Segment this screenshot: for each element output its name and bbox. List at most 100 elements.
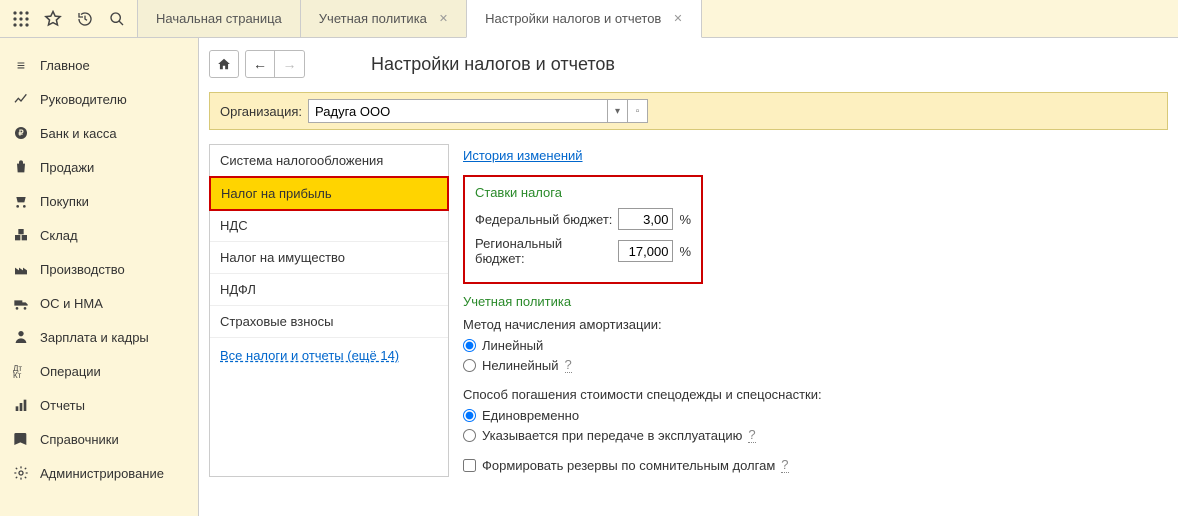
sidebar-item-label: Производство — [40, 262, 125, 277]
sidebar-item-warehouse[interactable]: Склад — [0, 218, 198, 252]
sidebar-item-label: ОС и НМА — [40, 296, 103, 311]
history-link[interactable]: История изменений — [463, 148, 583, 163]
help-icon[interactable]: ? — [565, 357, 572, 373]
sidebar-item-sales[interactable]: Продажи — [0, 150, 198, 184]
org-input-wrap: ▾ ▫ — [308, 99, 648, 123]
radio-transfer-input[interactable] — [463, 429, 476, 442]
amortization-group: Метод начисления амортизации: Линейный Н… — [463, 317, 1158, 373]
nav-item-tax-system[interactable]: Система налогообложения — [210, 145, 448, 177]
sidebar-item-bank[interactable]: ₽ Банк и касса — [0, 116, 198, 150]
regional-rate-row: Региональный бюджет: % — [475, 236, 691, 266]
report-icon — [12, 396, 30, 414]
nav-item-profit-tax[interactable]: Налог на прибыль — [209, 176, 449, 211]
sidebar-item-assets[interactable]: ОС и НМА — [0, 286, 198, 320]
person-icon — [12, 328, 30, 346]
forward-button[interactable]: → — [275, 50, 305, 78]
rates-title: Ставки налога — [475, 185, 691, 200]
history-icon[interactable] — [70, 4, 100, 34]
help-icon[interactable]: ? — [748, 427, 755, 443]
tabs: Начальная страница Учетная политика ✕ На… — [138, 0, 702, 37]
back-button[interactable]: ← — [245, 50, 275, 78]
operations-icon: ДтКт — [12, 362, 30, 380]
all-taxes-link[interactable]: Все налоги и отчеты (ещё 14) — [220, 348, 399, 363]
radio-transfer[interactable]: Указывается при передаче в эксплуатацию … — [463, 427, 1158, 443]
gear-icon — [12, 464, 30, 482]
truck-icon — [12, 294, 30, 312]
federal-input[interactable] — [618, 208, 673, 230]
tab-label: Учетная политика — [319, 11, 427, 26]
sidebar-item-label: Банк и касса — [40, 126, 117, 141]
org-row: Организация: ▾ ▫ — [209, 92, 1168, 130]
tax-nav-list: Система налогообложения Налог на прибыль… — [209, 144, 449, 477]
sidebar-item-label: Справочники — [40, 432, 119, 447]
bag-icon — [12, 158, 30, 176]
sidebar-item-label: Операции — [40, 364, 101, 379]
tab-tax-settings[interactable]: Настройки налогов и отчетов ✕ — [466, 0, 701, 38]
reserves-checkbox[interactable] — [463, 459, 476, 472]
nav-item-property-tax[interactable]: Налог на имущество — [210, 242, 448, 274]
radio-linear[interactable]: Линейный — [463, 338, 1158, 353]
sidebar-item-label: Руководителю — [40, 92, 127, 107]
federal-label: Федеральный бюджет: — [475, 212, 612, 227]
factory-icon — [12, 260, 30, 278]
pct-label: % — [679, 244, 691, 259]
radio-once-input[interactable] — [463, 409, 476, 422]
nav-more-link: Все налоги и отчеты (ещё 14) — [210, 338, 448, 373]
boxes-icon — [12, 226, 30, 244]
sidebar-item-salary[interactable]: Зарплата и кадры — [0, 320, 198, 354]
sidebar: ≡ Главное Руководителю ₽ Банк и касса Пр… — [0, 38, 199, 516]
close-icon[interactable]: ✕ — [673, 12, 682, 25]
sidebar-item-operations[interactable]: ДтКт Операции — [0, 354, 198, 388]
nav-item-ndfl[interactable]: НДФЛ — [210, 274, 448, 306]
radio-linear-input[interactable] — [463, 339, 476, 352]
federal-rate-row: Федеральный бюджет: % — [475, 208, 691, 230]
sidebar-item-manager[interactable]: Руководителю — [0, 82, 198, 116]
close-icon[interactable]: ✕ — [439, 12, 448, 25]
org-input[interactable] — [308, 99, 608, 123]
dropdown-button[interactable]: ▾ — [608, 99, 628, 123]
sidebar-item-label: Администрирование — [40, 466, 164, 481]
sidebar-item-main[interactable]: ≡ Главное — [0, 48, 198, 82]
tab-label: Начальная страница — [156, 11, 282, 26]
nav-item-vat[interactable]: НДС — [210, 210, 448, 242]
sidebar-item-label: Отчеты — [40, 398, 85, 413]
reserves-label: Формировать резервы по сомнительным долг… — [482, 458, 775, 473]
sidebar-item-label: Покупки — [40, 194, 89, 209]
open-button[interactable]: ▫ — [628, 99, 648, 123]
regional-label: Региональный бюджет: — [475, 236, 612, 266]
tab-policy[interactable]: Учетная политика ✕ — [300, 0, 467, 37]
help-icon[interactable]: ? — [781, 457, 788, 473]
tab-home[interactable]: Начальная страница — [137, 0, 301, 37]
cart-icon — [12, 192, 30, 210]
radio-nonlinear[interactable]: Нелинейный ? — [463, 357, 1158, 373]
toolbar-icons — [0, 4, 138, 34]
regional-input[interactable] — [618, 240, 673, 262]
radio-once[interactable]: Единовременно — [463, 408, 1158, 423]
nav-buttons: ← → — [245, 50, 305, 78]
special-group: Способ погашения стоимости спецодежды и … — [463, 387, 1158, 443]
special-label: Способ погашения стоимости спецодежды и … — [463, 387, 1158, 402]
radio-nonlinear-input[interactable] — [463, 359, 476, 372]
sidebar-item-purchases[interactable]: Покупки — [0, 184, 198, 218]
star-icon[interactable] — [38, 4, 68, 34]
sidebar-item-directories[interactable]: Справочники — [0, 422, 198, 456]
main-layout: ≡ Главное Руководителю ₽ Банк и касса Пр… — [0, 38, 1178, 516]
content: ← → Настройки налогов и отчетов Организа… — [199, 38, 1178, 516]
sidebar-item-admin[interactable]: Администрирование — [0, 456, 198, 490]
search-icon[interactable] — [102, 4, 132, 34]
sidebar-item-label: Продажи — [40, 160, 94, 175]
chart-icon — [12, 90, 30, 108]
home-button[interactable] — [209, 50, 239, 78]
body-columns: Система налогообложения Налог на прибыль… — [209, 144, 1168, 477]
reserves-row[interactable]: Формировать резервы по сомнительным долг… — [463, 457, 1158, 473]
apps-icon[interactable] — [6, 4, 36, 34]
amort-label: Метод начисления амортизации: — [463, 317, 1158, 332]
sidebar-item-production[interactable]: Производство — [0, 252, 198, 286]
content-header: ← → Настройки налогов и отчетов — [209, 50, 1168, 78]
sidebar-item-reports[interactable]: Отчеты — [0, 388, 198, 422]
ruble-icon: ₽ — [12, 124, 30, 142]
radio-nonlinear-label: Нелинейный — [482, 358, 559, 373]
nav-item-insurance[interactable]: Страховые взносы — [210, 306, 448, 338]
radio-once-label: Единовременно — [482, 408, 579, 423]
detail-panel: История изменений Ставки налога Федераль… — [453, 144, 1168, 477]
